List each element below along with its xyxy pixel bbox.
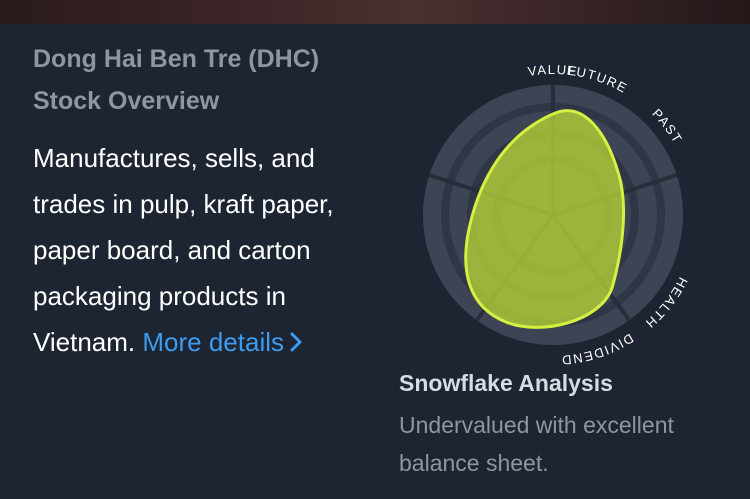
company-description: Manufactures, sells, and trades in pulp,…: [33, 135, 378, 365]
header-image-banner: [0, 0, 750, 24]
page-title: Dong Hai Ben Tre (DHC) Stock Overview: [33, 45, 320, 115]
snowflake-analysis-title: Snowflake Analysis: [399, 370, 613, 396]
snowflake-summary: Undervalued with excellent balance sheet…: [399, 412, 674, 476]
description-text: Manufactures, sells, and trades in pulp,…: [33, 143, 334, 357]
more-details-label: More details: [142, 327, 284, 357]
snowflake-chart[interactable]: VALUE FUTURE PAST HEALTH DIVIDEND: [388, 40, 718, 380]
chevron-right-icon: [290, 332, 302, 352]
more-details-link[interactable]: More details: [142, 327, 302, 357]
